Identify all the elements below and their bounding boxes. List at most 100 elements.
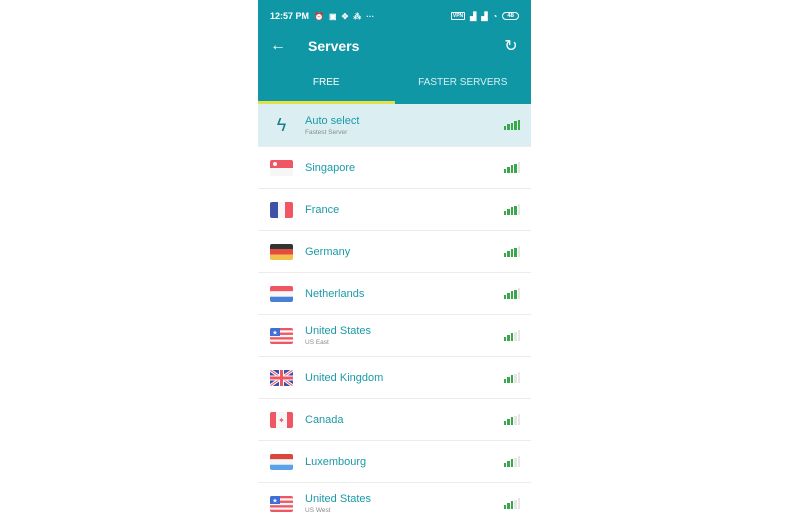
signal-strength-icon <box>503 162 520 173</box>
signal-bar <box>514 415 517 425</box>
share-icon: ⁂ <box>353 11 362 21</box>
back-button[interactable]: ← <box>258 37 298 55</box>
signal-bar <box>507 166 510 173</box>
server-row[interactable]: ✦ Canada <box>258 399 531 441</box>
signal-bar <box>514 289 517 299</box>
clock: 12:57 PM <box>270 11 310 21</box>
signal-bar <box>510 122 513 130</box>
cell-signal-icon: ▟ <box>470 11 477 21</box>
signal-bar <box>510 291 513 299</box>
refresh-icon: ↻ <box>504 38 518 55</box>
signal-bar <box>514 331 517 341</box>
refresh-button[interactable]: ↻ <box>491 36 531 56</box>
server-row[interactable]: Germany <box>258 231 531 273</box>
signal-bar <box>510 417 513 425</box>
signal-bar <box>503 252 506 257</box>
signal-strength-icon <box>503 498 520 509</box>
signal-bar <box>517 372 520 383</box>
flag-lu-icon <box>270 453 293 470</box>
vpn-icon: VPN <box>450 12 466 20</box>
signal-bar <box>507 124 510 130</box>
server-name: Luxembourg <box>305 455 367 468</box>
server-row[interactable]: Luxembourg <box>258 441 531 483</box>
server-row[interactable]: ϟ Auto select Fastest Server <box>258 104 531 147</box>
signal-bar <box>510 333 513 341</box>
server-name: Canada <box>305 413 344 426</box>
signal-bar <box>510 459 513 467</box>
signal-strength-icon <box>503 246 520 257</box>
server-name: United States <box>305 325 372 337</box>
app-bar: 12:57 PM ⏰ ▣ ✥ ⁂ ··· VPN ▟ ▟ ◔ 48 ← Serv… <box>258 0 531 104</box>
more-notifications-icon: ··· <box>366 11 375 21</box>
signal-bar <box>507 250 510 257</box>
flag-fr-icon <box>270 201 293 218</box>
signal-bar <box>517 456 520 467</box>
signal-bar <box>514 373 517 383</box>
signal-bar <box>514 121 517 130</box>
flag-gb-icon <box>270 369 293 386</box>
signal-bar <box>507 208 510 215</box>
tab-free[interactable]: FREE <box>258 60 395 104</box>
signal-bar <box>503 504 506 509</box>
signal-bar <box>507 502 510 509</box>
server-labels: United States US West <box>305 493 371 514</box>
status-bar: 12:57 PM ⏰ ▣ ✥ ⁂ ··· VPN ▟ ▟ ◔ 48 <box>258 0 531 32</box>
signal-bar <box>510 501 513 509</box>
signal-bar <box>517 330 520 341</box>
flag-sg-icon <box>270 159 293 176</box>
signal-strength-icon <box>503 456 520 467</box>
server-name: France <box>305 203 340 216</box>
server-row[interactable]: ★ United States US East <box>258 315 531 357</box>
server-row[interactable]: France <box>258 189 531 231</box>
signal-bar <box>510 249 513 257</box>
server-labels: Netherlands <box>305 288 364 300</box>
signal-bar <box>503 126 506 130</box>
server-labels: United Kingdom <box>305 372 383 384</box>
signal-bar <box>503 210 506 215</box>
server-name: Netherlands <box>305 287 365 300</box>
signal-bar <box>510 375 513 383</box>
signal-bar <box>517 162 520 173</box>
server-labels: Singapore <box>305 162 355 174</box>
server-subtitle: US East <box>305 339 329 346</box>
server-row[interactable]: Netherlands <box>258 273 531 315</box>
server-row[interactable]: ★ United States US West <box>258 483 531 523</box>
signal-bar <box>517 204 520 215</box>
server-subtitle: Fastest Server <box>305 128 348 136</box>
svg-text:★: ★ <box>272 329 277 336</box>
server-row[interactable]: United Kingdom <box>258 357 531 399</box>
alarm-icon: ⏰ <box>314 11 324 21</box>
phone-screen: 12:57 PM ⏰ ▣ ✥ ⁂ ··· VPN ▟ ▟ ◔ 48 ← Serv… <box>258 0 531 523</box>
tab-faster-servers[interactable]: FASTER SERVERS <box>395 60 532 104</box>
signal-bar <box>514 499 517 509</box>
signal-bar <box>507 376 510 383</box>
signal-bar <box>517 119 520 130</box>
server-name: Germany <box>305 245 351 258</box>
signal-strength-icon <box>503 414 520 425</box>
cell-signal-2-icon: ▟ <box>481 11 488 21</box>
server-labels: Germany <box>305 246 350 258</box>
signal-bar <box>514 457 517 467</box>
svg-text:★: ★ <box>272 497 277 504</box>
signal-bar <box>507 418 510 425</box>
signal-bar <box>503 378 506 383</box>
arrow-left-icon: ← <box>270 37 286 54</box>
flag-nl-icon <box>270 285 293 302</box>
server-labels: Luxembourg <box>305 456 366 468</box>
message-icon: ▣ <box>329 11 337 21</box>
signal-bar <box>503 336 506 341</box>
server-list: ϟ Auto select Fastest Server Singapore Franc… <box>258 104 531 523</box>
server-row[interactable]: Singapore <box>258 147 531 189</box>
server-name: Auto select <box>305 114 360 127</box>
server-labels: Auto select Fastest Server <box>305 115 359 136</box>
signal-bar <box>503 294 506 299</box>
server-subtitle: US West <box>305 507 331 514</box>
lightning-bolt-icon: ϟ <box>276 114 287 135</box>
flag-de-icon <box>270 243 293 260</box>
signal-bar <box>503 168 506 173</box>
signal-bar <box>514 163 517 173</box>
signal-strength-icon <box>503 204 520 215</box>
app-icon: ✥ <box>341 11 349 21</box>
signal-bar <box>514 205 517 215</box>
server-name: United States <box>305 493 372 505</box>
